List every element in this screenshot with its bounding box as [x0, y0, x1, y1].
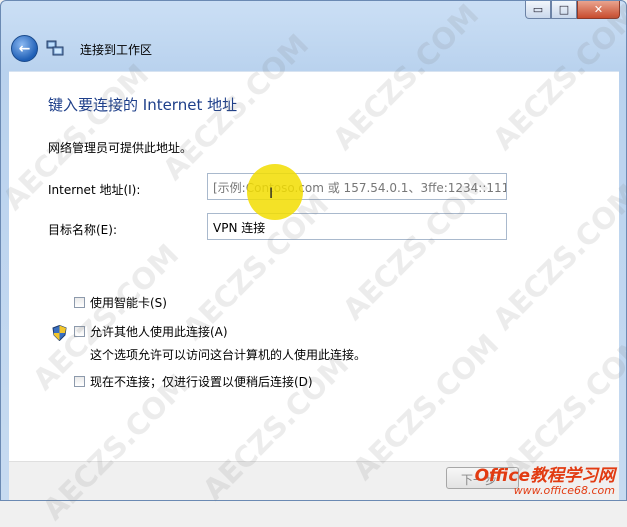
destination-value: VPN 连接 [213, 221, 266, 235]
window-controls: ▭ □ ✕ [525, 1, 620, 20]
smart-card-checkbox[interactable] [74, 297, 85, 308]
destination-label: 目标名称(E): [48, 223, 117, 237]
close-button[interactable]: ✕ [577, 1, 620, 19]
page-heading: 键入要连接的 Internet 地址 [48, 96, 238, 114]
minimize-button[interactable]: ▭ [525, 1, 551, 19]
next-button-label: 下一步 [461, 473, 498, 487]
text-cursor-icon: I [269, 186, 274, 202]
uac-shield-icon [52, 325, 67, 341]
footer-bar: 下一步 [9, 461, 619, 500]
maximize-button[interactable]: □ [551, 1, 577, 19]
allow-others-note: 这个选项允许可以访问这台计算机的人使用此连接。 [90, 348, 367, 362]
dialog-window: ▭ □ ✕ ← 连接到工作区 键入要连接的 Internet 地址 网络管理员可… [0, 0, 627, 501]
destination-input[interactable]: VPN 连接 [207, 213, 507, 240]
back-button[interactable]: ← [11, 35, 38, 62]
back-arrow-icon: ← [18, 40, 31, 57]
smart-card-label[interactable]: 使用智能卡(S) [90, 294, 167, 311]
instruction-text: 网络管理员可提供此地址。 [48, 141, 193, 155]
allow-others-checkbox[interactable] [74, 326, 85, 337]
network-icon [46, 40, 64, 56]
title-bar: ▭ □ ✕ ← 连接到工作区 [1, 1, 626, 71]
window-title: 连接到工作区 [80, 43, 153, 57]
content-pane: 键入要连接的 Internet 地址 网络管理员可提供此地址。 Internet… [9, 71, 619, 462]
connect-later-label[interactable]: 现在不连接；仅进行设置以便稍后连接(D) [90, 373, 313, 390]
cursor-highlight [247, 164, 303, 220]
next-button[interactable]: 下一步 [446, 467, 519, 489]
address-label: Internet 地址(I): [48, 183, 141, 197]
allow-others-label[interactable]: 允许其他人使用此连接(A) [90, 323, 228, 340]
connect-later-checkbox[interactable] [74, 376, 85, 387]
